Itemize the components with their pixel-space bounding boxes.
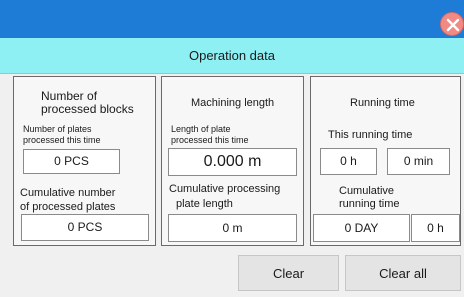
page-title: Operation data (0, 38, 464, 74)
processed-blocks-panel: Number of processed blocks Number of pla… (13, 76, 156, 246)
this-running-time-label: This running time (328, 129, 413, 141)
plates-this-time-label-line2: processed this time (23, 135, 101, 145)
panel-title-line1: Number of (41, 89, 98, 103)
cumulative-plates-value: 0 PCS (21, 214, 149, 241)
running-time-panel: Running time This running time 0 h 0 min… (310, 76, 461, 246)
cumulative-length-label-line2: plate length (176, 198, 233, 210)
plate-length-label-line2: processed this time (171, 135, 249, 145)
plates-this-time-value: 0 PCS (23, 149, 120, 174)
cumulative-running-label-line1: Cumulative (339, 185, 395, 197)
panel-title: Running time (350, 97, 415, 109)
cumulative-hours-value: 0 h (411, 214, 460, 242)
clear-button[interactable]: Clear (238, 255, 339, 291)
panel-title: Machining length (191, 97, 275, 109)
cumulative-days-value: 0 DAY (313, 214, 410, 242)
cumulative-plates-label-line1: Cumulative number (20, 187, 116, 199)
close-button[interactable] (440, 12, 464, 36)
plate-length-label-line1: Length of plate (171, 124, 231, 134)
title-bar (0, 0, 464, 38)
machining-length-panel: Machining length Length of plate process… (161, 76, 304, 246)
this-running-hours-value: 0 h (320, 148, 377, 175)
clear-all-button[interactable]: Clear all (345, 255, 461, 291)
cumulative-running-label-line2: running time (339, 198, 400, 210)
cumulative-plates-label-line2: of processed plates (20, 201, 116, 213)
cumulative-length-label-line1: Cumulative processing (169, 183, 281, 195)
plates-this-time-label-line1: Number of plates (23, 124, 92, 134)
panel-title-line2: processed blocks (41, 102, 134, 116)
this-running-minutes-value: 0 min (387, 148, 450, 175)
cumulative-length-value: 0 m (168, 214, 297, 242)
close-icon (446, 18, 460, 32)
plate-length-value: 0.000 m (168, 148, 297, 176)
